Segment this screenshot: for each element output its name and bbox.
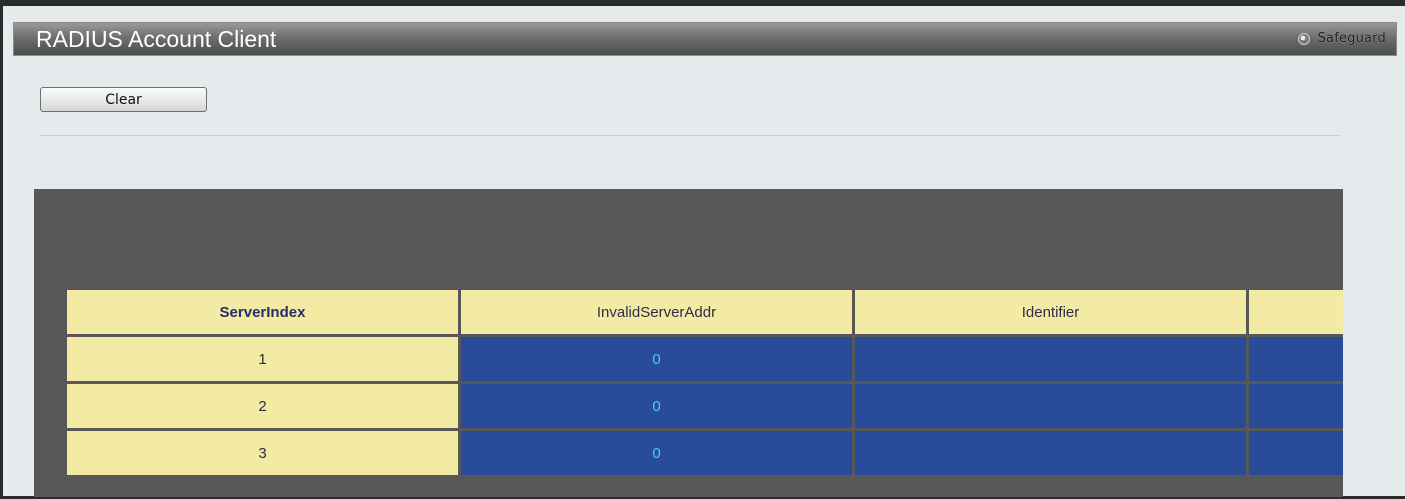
identifier-cell <box>852 428 1249 478</box>
server-index-cell: 3 <box>64 428 461 478</box>
table-row: 3 0 <box>64 428 1343 478</box>
safeguard-indicator[interactable]: Safeguard <box>1297 31 1386 46</box>
radius-account-table: ServerIndex InvalidServerAddr Identifier… <box>64 287 1343 478</box>
clear-button[interactable]: Clear <box>40 87 207 112</box>
server-index-cell: 2 <box>64 381 461 431</box>
invalid-server-addr-cell: 0 <box>458 334 855 384</box>
server-index-cell: 1 <box>64 334 461 384</box>
identifier-cell <box>852 334 1249 384</box>
extra-cell <box>1246 381 1343 431</box>
invalid-server-addr-cell: 0 <box>458 428 855 478</box>
column-header-extra <box>1246 287 1343 337</box>
extra-cell <box>1246 334 1343 384</box>
table-row: 1 0 <box>64 334 1343 384</box>
title-bar: RADIUS Account Client Safeguard <box>13 22 1397 56</box>
column-header-serverindex: ServerIndex <box>64 287 461 337</box>
identifier-cell <box>852 381 1249 431</box>
page-title: RADIUS Account Client <box>36 26 277 52</box>
table-row: 2 0 <box>64 381 1343 431</box>
table-header-row: ServerIndex InvalidServerAddr Identifier <box>64 287 1343 337</box>
invalid-server-addr-cell: 0 <box>458 381 855 431</box>
radio-indicator-icon <box>1297 32 1310 45</box>
divider <box>40 135 1340 136</box>
app-frame: RADIUS Account Client Safeguard Clear Se… <box>0 0 1405 499</box>
column-header-invalidserveraddr: InvalidServerAddr <box>458 287 855 337</box>
extra-cell <box>1246 428 1343 478</box>
column-header-identifier: Identifier <box>852 287 1249 337</box>
safeguard-label: Safeguard <box>1317 31 1386 46</box>
